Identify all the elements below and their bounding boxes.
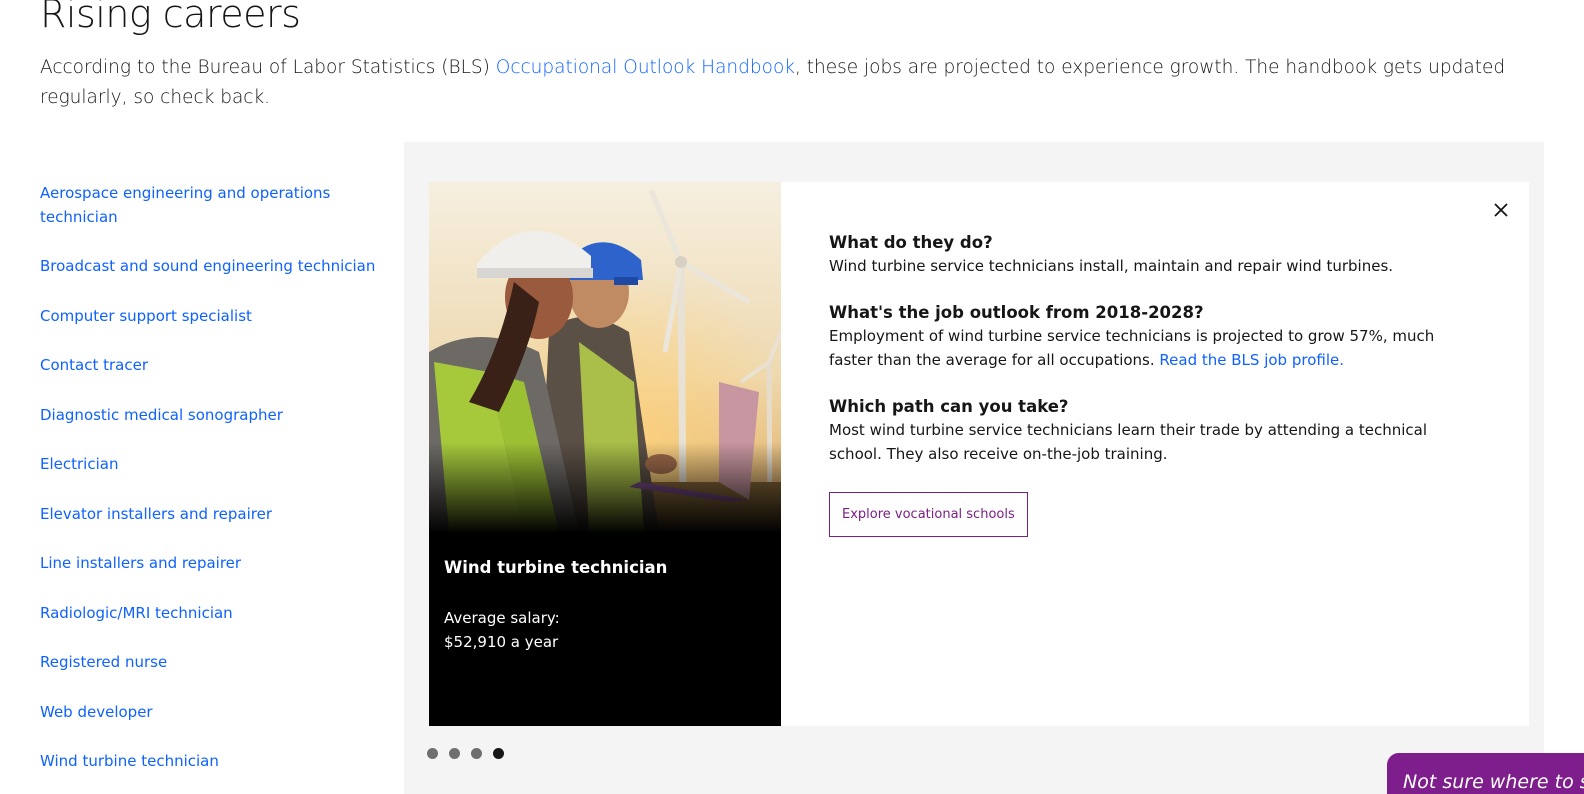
job-link-sonographer[interactable]: Diagnostic medical sonographer xyxy=(40,403,380,427)
intro-text-before: According to the Bureau of Labor Statist… xyxy=(40,57,496,78)
job-link-radiologic[interactable]: Radiologic/MRI technician xyxy=(40,601,380,625)
occupational-outlook-handbook-link[interactable]: Occupational Outlook Handbook xyxy=(496,57,795,78)
job-link-aerospace[interactable]: Aerospace engineering and operations tec… xyxy=(40,181,380,229)
photo-fade-overlay xyxy=(429,442,781,534)
carousel-dot-3[interactable] xyxy=(471,748,482,759)
close-icon[interactable] xyxy=(1491,200,1511,220)
help-chat-tab[interactable]: Not sure where to start? xyxy=(1387,753,1584,794)
page-title: Rising careers xyxy=(40,0,301,36)
question-path: Which path can you take? xyxy=(829,397,1069,416)
carousel-pagination xyxy=(427,748,504,759)
job-link-elevator[interactable]: Elevator installers and repairer xyxy=(40,502,380,526)
question-job-outlook: What's the job outlook from 2018-2028? xyxy=(829,303,1204,322)
explore-vocational-schools-button[interactable]: Explore vocational schools xyxy=(829,492,1028,537)
answer-job-outlook: Employment of wind turbine service techn… xyxy=(829,324,1481,372)
job-link-contact-tracer[interactable]: Contact tracer xyxy=(40,353,380,377)
answer-what-they-do: Wind turbine service technicians install… xyxy=(829,257,1394,275)
job-list: Aerospace engineering and operations tec… xyxy=(40,181,380,794)
job-link-line-installers[interactable]: Line installers and repairer xyxy=(40,551,380,575)
carousel-dot-2[interactable] xyxy=(449,748,460,759)
intro-text: According to the Bureau of Labor Statist… xyxy=(40,53,1530,113)
career-card-image-side: Wind turbine technician Average salary: … xyxy=(429,182,781,726)
question-what-they-do: What do they do? xyxy=(829,233,993,252)
job-link-wind-turbine[interactable]: Wind turbine technician xyxy=(40,749,380,773)
card-job-title: Wind turbine technician xyxy=(444,558,668,577)
job-link-registered-nurse[interactable]: Registered nurse xyxy=(40,650,380,674)
career-card-details: What do they do? Wind turbine service te… xyxy=(781,182,1529,726)
career-card: Wind turbine technician Average salary: … xyxy=(429,182,1529,726)
salary-value: $52,910 a year xyxy=(444,633,559,651)
job-link-electrician[interactable]: Electrician xyxy=(40,452,380,476)
job-link-broadcast[interactable]: Broadcast and sound engineering technici… xyxy=(40,254,380,278)
carousel-dot-4[interactable] xyxy=(493,748,504,759)
job-link-web-developer[interactable]: Web developer xyxy=(40,700,380,724)
job-link-computer-support[interactable]: Computer support specialist xyxy=(40,304,380,328)
answer-path: Most wind turbine service technicians le… xyxy=(829,421,1427,463)
carousel-dot-1[interactable] xyxy=(427,748,438,759)
bls-job-profile-link[interactable]: Read the BLS job profile. xyxy=(1159,351,1344,369)
salary-label: Average salary: xyxy=(444,609,560,627)
